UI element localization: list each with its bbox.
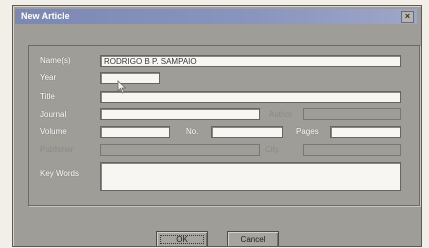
volume-label: Volume xyxy=(40,127,67,136)
pages-label: Pages xyxy=(296,127,319,136)
cancel-button[interactable]: Cancel xyxy=(227,231,279,246)
dialog-title: New Article xyxy=(21,11,70,21)
publisher-label: Publisher xyxy=(40,145,74,154)
name-label: Name(s) xyxy=(40,56,71,65)
no-label: No. xyxy=(186,127,199,136)
focus-rect xyxy=(160,235,204,244)
publisher-field xyxy=(100,144,260,156)
year-label: Year xyxy=(40,73,57,82)
cancel-button-label: Cancel xyxy=(240,235,266,244)
no-field[interactable] xyxy=(211,126,283,138)
close-button[interactable]: × xyxy=(401,11,414,23)
mouse-pointer-icon xyxy=(117,80,127,94)
volume-field[interactable] xyxy=(100,126,170,138)
author-label: Author xyxy=(269,110,293,119)
keywords-label: Key Words xyxy=(40,169,79,178)
title-bar[interactable]: New Article × xyxy=(15,9,417,24)
keywords-field[interactable] xyxy=(100,162,401,191)
pages-field[interactable] xyxy=(330,126,401,138)
author-field xyxy=(303,108,401,120)
ok-button[interactable]: OK xyxy=(156,231,208,246)
journal-field[interactable] xyxy=(100,108,260,120)
close-icon: × xyxy=(404,11,411,21)
year-field[interactable] xyxy=(100,72,160,84)
journal-label: Journal xyxy=(40,110,67,119)
title-label: Title xyxy=(40,92,55,101)
new-article-dialog: New Article × Name(s) RODRIGO B P. SAMPA… xyxy=(12,5,422,247)
title-field[interactable] xyxy=(100,91,401,103)
name-field[interactable]: RODRIGO B P. SAMPAIO xyxy=(100,55,401,67)
city-label: City xyxy=(265,145,279,154)
city-field xyxy=(303,144,401,156)
